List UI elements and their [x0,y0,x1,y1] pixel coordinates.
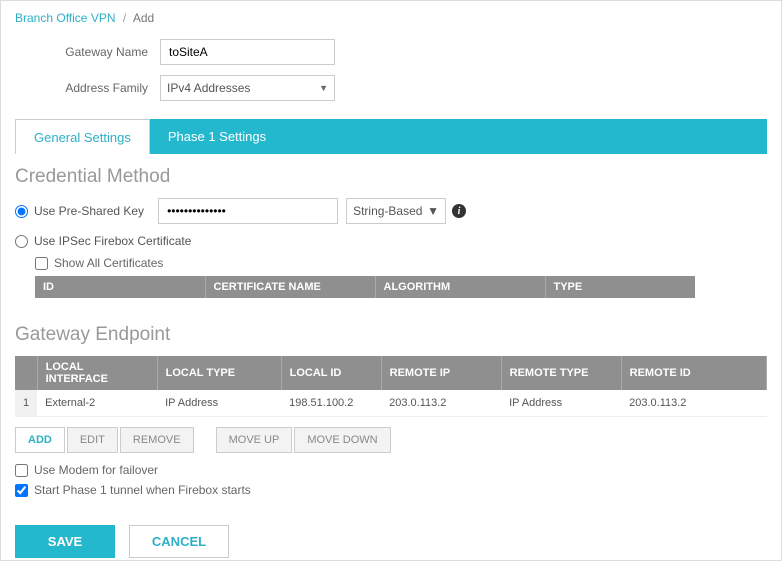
use-psk-radio[interactable] [15,205,28,218]
psk-mode-value: String-Based [353,204,422,218]
use-cert-label: Use IPSec Firebox Certificate [34,234,191,248]
use-cert-radio[interactable] [15,235,28,248]
tab-bar: General Settings Phase 1 Settings [15,119,767,154]
ep-row-local-if: External-2 [37,390,157,417]
ep-row-remote-ip: 203.0.113.2 [381,390,501,417]
ep-col-remote-ip: REMOTE IP [381,356,501,390]
ep-col-remote-id: REMOTE ID [621,356,766,390]
ep-col-remote-type: REMOTE TYPE [501,356,621,390]
add-button[interactable]: ADD [15,427,65,453]
table-row[interactable]: 1 External-2 IP Address 198.51.100.2 203… [15,390,767,417]
ep-col-num [15,356,37,390]
ep-row-remote-type: IP Address [501,390,621,417]
address-family-label: Address Family [15,81,160,95]
remove-button[interactable]: REMOVE [120,427,194,453]
chevron-down-icon: ▼ [427,204,439,218]
ep-row-remote-id: 203.0.113.2 [621,390,766,417]
start-phase1-checkbox[interactable] [15,484,28,497]
use-modem-checkbox[interactable] [15,464,28,477]
gateway-name-label: Gateway Name [15,45,160,59]
gateway-endpoint-title: Gateway Endpoint [15,324,767,346]
use-psk-label: Use Pre-Shared Key [34,204,144,218]
address-family-value: IPv4 Addresses [167,81,250,95]
ep-row-num: 1 [15,390,37,417]
ep-col-local-id: LOCAL ID [281,356,381,390]
move-down-button[interactable]: MOVE DOWN [294,427,390,453]
use-modem-label: Use Modem for failover [34,463,158,477]
tab-phase1-settings[interactable]: Phase 1 Settings [150,119,284,154]
credential-method-title: Credential Method [15,166,767,188]
psk-input[interactable] [158,198,338,224]
ep-row-local-type: IP Address [157,390,281,417]
show-all-certs-label: Show All Certificates [54,256,163,270]
cert-col-algo: ALGORITHM [375,276,545,298]
certificate-table: ID CERTIFICATE NAME ALGORITHM TYPE [35,276,695,298]
tab-general-settings[interactable]: General Settings [15,119,150,154]
ep-col-local-type: LOCAL TYPE [157,356,281,390]
ep-row-local-id: 198.51.100.2 [281,390,381,417]
info-icon[interactable]: i [452,204,466,218]
cert-col-name: CERTIFICATE NAME [205,276,375,298]
ep-col-local-if: LOCAL INTERFACE [37,356,157,390]
edit-button[interactable]: EDIT [67,427,118,453]
breadcrumb: Branch Office VPN / Add [15,11,767,25]
cert-col-type: TYPE [545,276,695,298]
breadcrumb-separator: / [123,11,126,25]
gateway-name-input[interactable] [160,39,335,65]
show-all-certs-checkbox[interactable] [35,257,48,270]
move-up-button[interactable]: MOVE UP [216,427,293,453]
breadcrumb-root-link[interactable]: Branch Office VPN [15,11,116,25]
endpoint-table: LOCAL INTERFACE LOCAL TYPE LOCAL ID REMO… [15,356,767,417]
cert-col-id: ID [35,276,205,298]
breadcrumb-current: Add [133,11,154,25]
chevron-down-icon: ▼ [319,83,328,93]
cancel-button[interactable]: CANCEL [129,525,229,558]
start-phase1-label: Start Phase 1 tunnel when Firebox starts [34,483,251,497]
psk-mode-select[interactable]: String-Based ▼ [346,198,446,224]
address-family-select[interactable]: IPv4 Addresses ▼ [160,75,335,101]
save-button[interactable]: SAVE [15,525,115,558]
